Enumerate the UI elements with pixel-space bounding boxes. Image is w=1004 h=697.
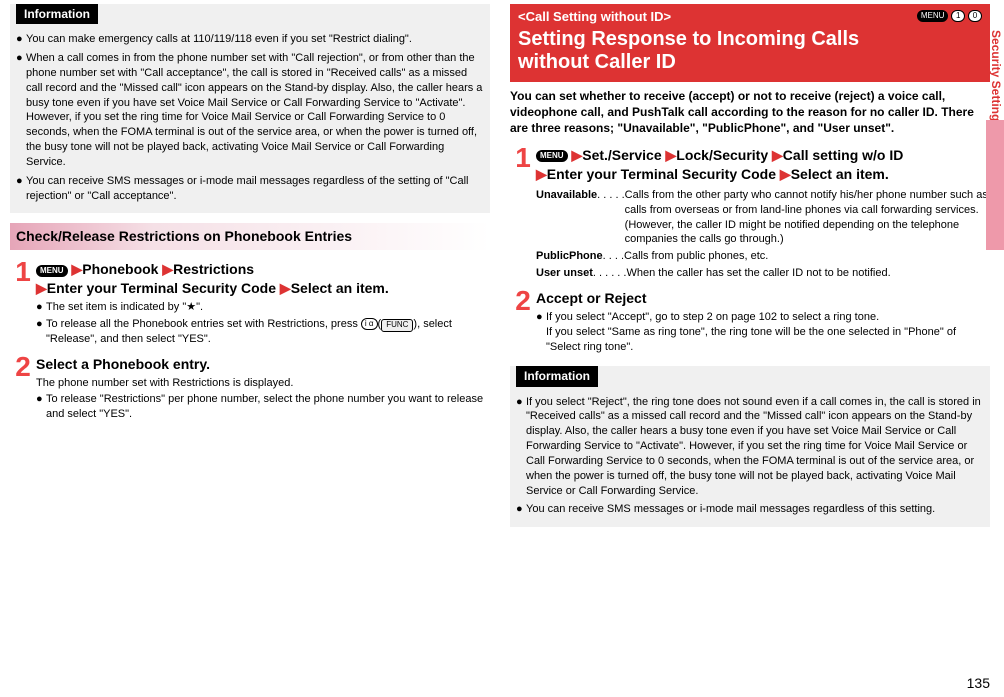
- side-tab: Security Settings: [986, 120, 1004, 390]
- step-line: The phone number set with Restrictions i…: [36, 376, 490, 391]
- digit-key-icon: 1: [951, 10, 965, 22]
- step-note: ●If you select "Accept", go to step 2 on…: [536, 310, 990, 355]
- feature-title: Setting Response to Incoming Calls witho…: [518, 28, 982, 74]
- arrow-icon: ▶: [162, 261, 173, 277]
- arrow-icon: ▶: [280, 280, 291, 296]
- arrow-icon: ▶: [571, 147, 582, 163]
- side-tab-color: [986, 120, 1004, 250]
- nav-seg: Set./Service: [582, 147, 661, 163]
- section-header-restrictions: Check/Release Restrictions on Phonebook …: [10, 223, 490, 250]
- side-tab-label: Security Settings: [988, 30, 1004, 128]
- info-text: You can receive SMS messages or i-mode m…: [26, 174, 484, 204]
- arrow-icon: ▶: [666, 147, 677, 163]
- info-text: You can receive SMS messages or i-mode m…: [526, 502, 984, 517]
- info-text: If you select "Reject", the ring tone do…: [526, 395, 984, 499]
- step-title: MENU ▶Phonebook ▶Restrictions ▶Enter you…: [36, 260, 490, 298]
- nav-seg: Call setting w/o ID: [783, 147, 904, 163]
- menu-key-icon: MENU: [917, 10, 949, 22]
- info-bullet: ●You can receive SMS messages or i-mode …: [16, 174, 484, 204]
- left-column: Information ●You can make emergency call…: [10, 4, 490, 537]
- step-title: MENU ▶Set./Service ▶Lock/Security ▶Call …: [536, 146, 990, 184]
- def-dots: . . . . . .: [593, 266, 627, 281]
- def-row: Unavailable . . . . . Calls from the oth…: [536, 188, 990, 247]
- right-column: MENU 1 0 <Call Setting without ID> Setti…: [510, 4, 990, 537]
- def-dots: . . . .: [603, 249, 624, 264]
- def-term: Unavailable: [536, 188, 597, 247]
- note-seg: To release all the Phonebook entries set…: [46, 318, 361, 330]
- info-header: Information: [16, 4, 98, 24]
- info-box-right: Information ●If you select "Reject", the…: [510, 366, 990, 527]
- nav-seg: Restrictions: [173, 261, 254, 277]
- def-value: When the caller has set the caller ID no…: [626, 266, 990, 281]
- info-header: Information: [516, 366, 598, 386]
- def-row: User unset . . . . . . When the caller h…: [536, 266, 990, 281]
- step-number-icon: 1: [10, 258, 36, 286]
- arrow-icon: ▶: [71, 261, 82, 277]
- page-number: 135: [967, 674, 990, 693]
- step-note: ●The set item is indicated by "★".: [36, 300, 490, 315]
- nav-seg: Select an item.: [791, 166, 889, 182]
- def-term: PublicPhone: [536, 249, 603, 264]
- step-number-icon: 2: [10, 353, 36, 381]
- nav-seg: Phonebook: [82, 261, 158, 277]
- nav-seg: Enter your Terminal Security Code: [547, 166, 776, 182]
- note-text: The set item is indicated by "★".: [46, 300, 490, 315]
- arrow-icon: ▶: [780, 166, 791, 182]
- arrow-icon: ▶: [536, 166, 547, 182]
- digit-key-icon: 0: [968, 10, 982, 22]
- step-1-right: 1 MENU ▶Set./Service ▶Lock/Security ▶Cal…: [510, 144, 990, 184]
- info-bullet: ●You can receive SMS messages or i-mode …: [516, 502, 984, 517]
- menu-key-icon: MENU: [36, 265, 68, 277]
- def-value: Calls from public phones, etc.: [624, 249, 990, 264]
- note-text: If you select "Accept", go to step 2 on …: [546, 310, 990, 355]
- nav-seg: Lock/Security: [676, 147, 768, 163]
- feature-subtitle: <Call Setting without ID>: [518, 8, 982, 26]
- def-value: Calls from the other party who cannot no…: [625, 188, 990, 247]
- title-line: without Caller ID: [518, 51, 676, 73]
- nav-seg: Select an item.: [291, 280, 389, 296]
- alpha-key-icon: i α: [361, 318, 378, 330]
- header-key-icons: MENU 1 0: [917, 10, 982, 24]
- arrow-icon: ▶: [36, 280, 47, 296]
- feature-header: MENU 1 0 <Call Setting without ID> Setti…: [510, 4, 990, 82]
- step-title: Select a Phonebook entry.: [36, 355, 490, 374]
- step-2-left: 2 Select a Phonebook entry. The phone nu…: [10, 353, 490, 424]
- func-key-icon: FUNC: [381, 319, 413, 332]
- def-dots: . . . . .: [597, 188, 625, 247]
- nav-seg: Enter your Terminal Security Code: [47, 280, 276, 296]
- def-row: PublicPhone . . . . Calls from public ph…: [536, 249, 990, 264]
- info-box-left: Information ●You can make emergency call…: [10, 4, 490, 213]
- info-bullet: ●If you select "Reject", the ring tone d…: [516, 395, 984, 499]
- step-number-icon: 2: [510, 287, 536, 315]
- step-note: ●To release "Restrictions" per phone num…: [36, 392, 490, 422]
- note-text: To release all the Phonebook entries set…: [46, 317, 490, 347]
- title-line: Setting Response to Incoming Calls: [518, 28, 859, 50]
- arrow-icon: ▶: [772, 147, 783, 163]
- info-bullet: ●When a call comes in from the phone num…: [16, 51, 484, 170]
- step-title: Accept or Reject: [536, 289, 990, 308]
- step-note: ● To release all the Phonebook entries s…: [36, 317, 490, 347]
- menu-key-icon: MENU: [536, 150, 568, 162]
- definition-list: Unavailable . . . . . Calls from the oth…: [536, 188, 990, 281]
- info-text: When a call comes in from the phone numb…: [26, 51, 484, 170]
- info-text: You can make emergency calls at 110/119/…: [26, 32, 484, 47]
- info-bullet: ●You can make emergency calls at 110/119…: [16, 32, 484, 47]
- intro-text: You can set whether to receive (accept) …: [510, 88, 990, 137]
- step-number-icon: 1: [510, 144, 536, 172]
- def-term: User unset: [536, 266, 593, 281]
- step-2-right: 2 Accept or Reject ●If you select "Accep…: [510, 287, 990, 356]
- step-1-left: 1 MENU ▶Phonebook ▶Restrictions ▶Enter y…: [10, 258, 490, 348]
- note-text: To release "Restrictions" per phone numb…: [46, 392, 490, 422]
